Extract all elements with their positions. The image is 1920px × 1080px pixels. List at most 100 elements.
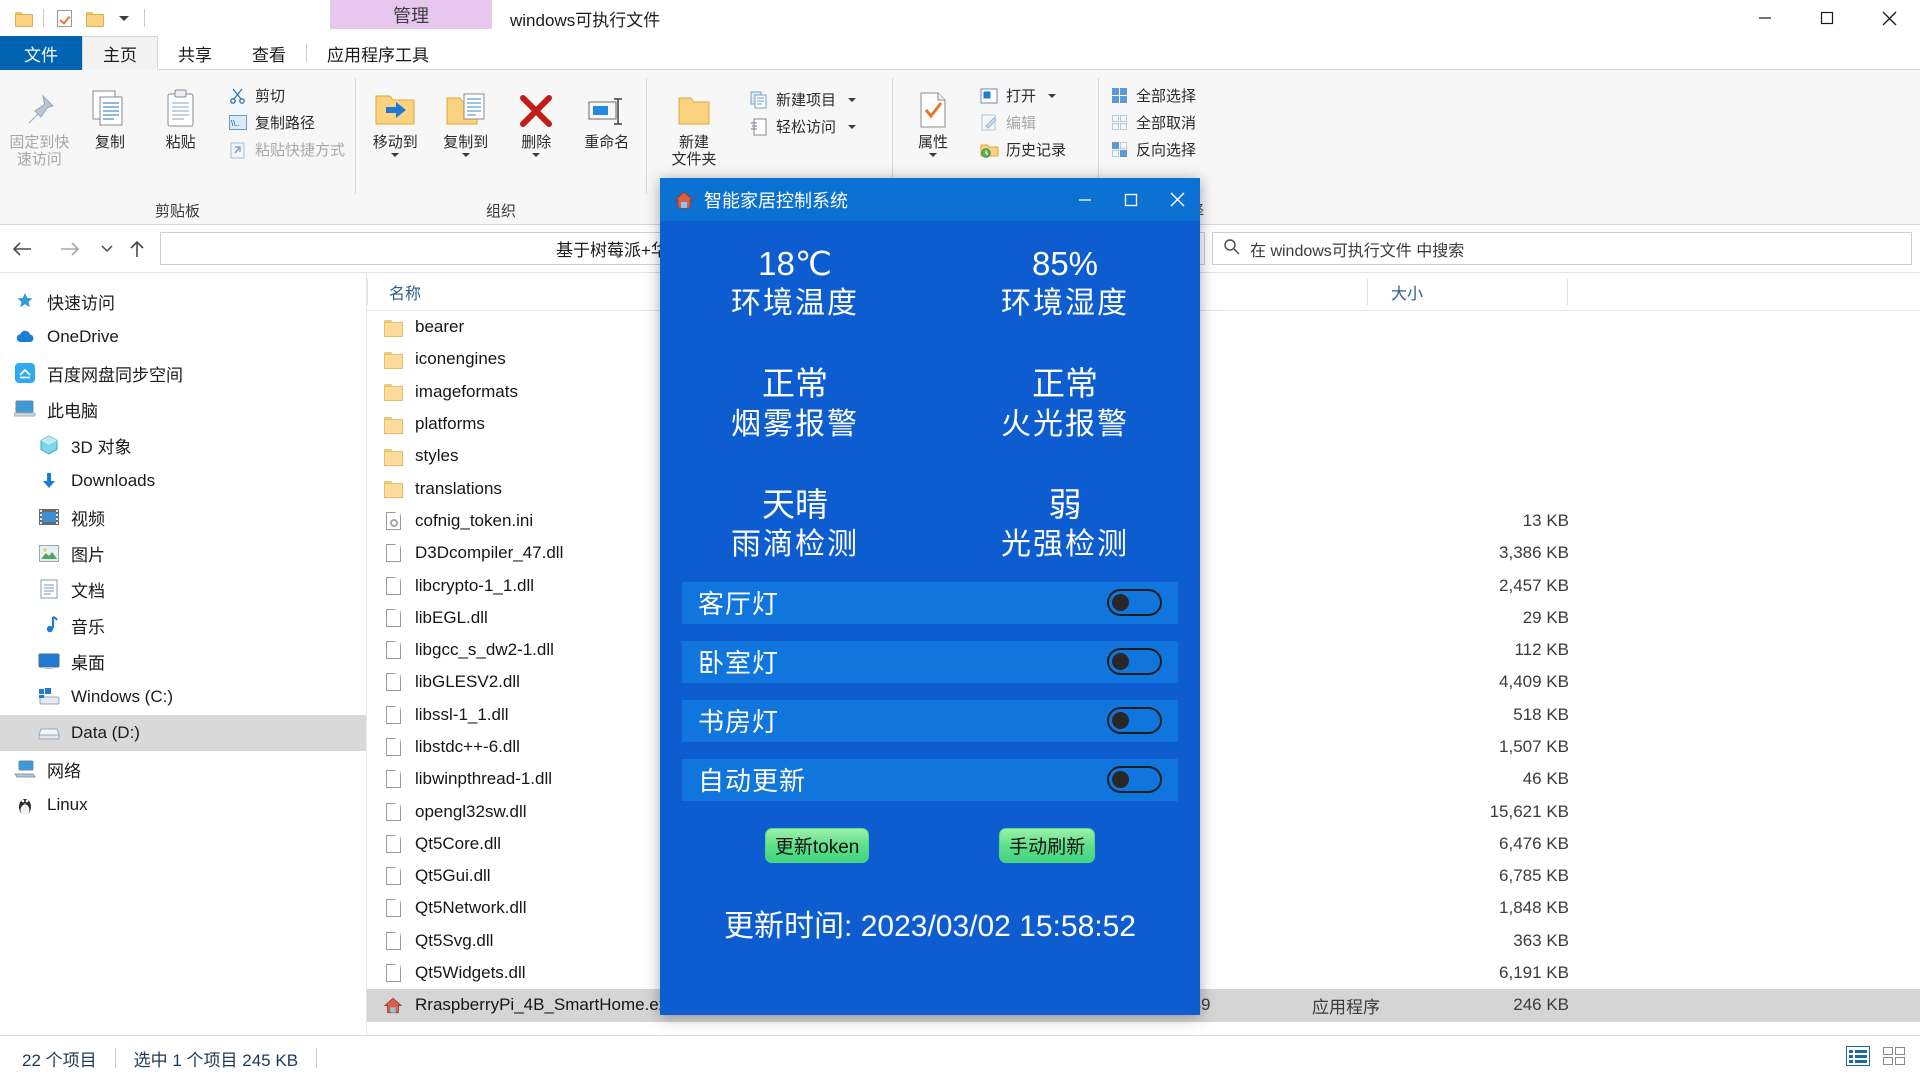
file-name: styles <box>415 446 459 466</box>
tab-home[interactable]: 主页 <box>82 36 158 70</box>
edit-button[interactable]: 编辑 <box>973 109 1072 136</box>
sidebar-item-quick-access[interactable]: 快速访问 <box>0 283 366 319</box>
select-none-button[interactable]: 全部取消 <box>1103 109 1202 136</box>
minimize-button[interactable] <box>1734 0 1796 36</box>
sidebar-item-data-d[interactable]: Data (D:) <box>0 715 366 751</box>
button-label: 粘贴 <box>165 134 196 151</box>
close-button[interactable] <box>1858 0 1920 36</box>
3d-objects-icon <box>38 434 60 456</box>
sidebar-item-documents[interactable]: 文档 <box>0 571 366 607</box>
copy-path-button[interactable]: \\.. 复制路径 <box>222 109 351 136</box>
sidebar-item-downloads[interactable]: Downloads <box>0 463 366 499</box>
sidebar-item-pictures[interactable]: 图片 <box>0 535 366 571</box>
button-label: 属性 <box>917 134 948 151</box>
rename-button[interactable]: 重命名 <box>572 76 643 199</box>
sensor-smoke-alarm: 正常 烟雾报警 <box>660 363 930 443</box>
invert-selection-button[interactable]: 反向选择 <box>1103 136 1202 163</box>
sensor-label: 烟雾报警 <box>731 407 859 441</box>
sidebar-item-label: Linux <box>47 795 88 814</box>
sidebar-item-label: OneDrive <box>47 327 119 346</box>
back-button[interactable] <box>0 232 46 266</box>
sidebar-item-label: 图片 <box>71 545 105 565</box>
file-size: 46 KB <box>1522 769 1569 789</box>
file-size: 1,507 KB <box>1499 737 1569 756</box>
qat-folder-icon[interactable] <box>8 3 38 33</box>
tab-application-tools[interactable]: 应用程序工具 <box>307 36 449 70</box>
cut-button[interactable]: 剪切 <box>222 82 351 109</box>
dialog-close-button[interactable] <box>1154 178 1200 221</box>
chevron-down-icon[interactable] <box>461 153 470 158</box>
sidebar-item-music[interactable]: 音乐 <box>0 607 366 643</box>
paste-button[interactable]: 粘贴 <box>145 76 216 199</box>
living-room-light-toggle[interactable] <box>1107 589 1162 617</box>
recent-locations-button[interactable] <box>92 232 122 266</box>
study-light-toggle[interactable] <box>1107 707 1162 735</box>
file-name: Qt5Widgets.dll <box>415 963 526 983</box>
bedroom-light-toggle[interactable] <box>1107 648 1162 676</box>
forward-button[interactable] <box>46 232 92 266</box>
manual-refresh-button[interactable]: 手动刷新 <box>999 827 1096 863</box>
new-item-button[interactable]: 新建项目 <box>743 86 862 113</box>
sensor-label: 雨滴检测 <box>731 527 859 561</box>
column-header-size[interactable]: 大小 <box>1391 280 1423 304</box>
open-button[interactable]: 打开 <box>973 82 1072 109</box>
large-icons-view-icon[interactable] <box>1882 1046 1906 1071</box>
sidebar-item-videos[interactable]: 视频 <box>0 499 366 535</box>
sidebar-item-baidu-netdisk[interactable]: 百度网盘同步空间 <box>0 355 366 391</box>
smart-home-dialog: 智能家居控制系统 18℃ 环境温度 85% 环境湿度 正常 烟雾报警 正常 火光… <box>660 178 1200 1015</box>
copy-path-icon: \\.. <box>228 113 248 133</box>
dialog-minimize-button[interactable] <box>1062 178 1108 221</box>
delete-button[interactable]: 删除 <box>501 76 572 199</box>
history-button[interactable]: 历史记录 <box>973 136 1072 163</box>
qat-new-folder-icon[interactable] <box>79 3 109 33</box>
chevron-down-icon[interactable] <box>848 97 857 102</box>
dialog-maximize-button[interactable] <box>1108 178 1154 221</box>
qat-customize-chevron-down-icon[interactable] <box>109 3 139 33</box>
pin-to-quick-access-button[interactable]: 固定到快 速访问 <box>4 76 75 199</box>
chevron-down-icon[interactable] <box>532 153 541 158</box>
group-label-clipboard: 剪贴板 <box>154 203 200 220</box>
paste-shortcut-button[interactable]: 粘贴快捷方式 <box>222 136 351 163</box>
move-to-button[interactable]: 移动到 <box>360 76 431 199</box>
svg-text:\\..: \\.. <box>231 119 240 128</box>
dll-file-icon <box>383 963 403 983</box>
tab-file[interactable]: 文件 <box>0 36 82 70</box>
sensor-value: 18℃ <box>758 245 832 282</box>
easy-access-button[interactable]: 轻松访问 <box>743 113 862 140</box>
dialog-titlebar[interactable]: 智能家居控制系统 <box>660 178 1200 221</box>
button-label: 移动到 <box>372 134 418 151</box>
sidebar-item-desktop[interactable]: 桌面 <box>0 643 366 679</box>
button-label: 复制到 <box>443 134 489 151</box>
maximize-button[interactable] <box>1796 0 1858 36</box>
qat-properties-icon[interactable] <box>49 3 79 33</box>
search-input[interactable]: 在 windows可执行文件 中搜索 <box>1212 232 1912 265</box>
update-token-button[interactable]: 更新token <box>764 827 870 863</box>
auto-update-toggle[interactable] <box>1107 766 1162 794</box>
copy-button[interactable]: 复制 <box>75 76 146 199</box>
tab-share[interactable]: 共享 <box>158 36 232 70</box>
edit-icon <box>979 113 999 133</box>
invert-selection-icon <box>1109 140 1129 160</box>
folder-icon <box>383 382 403 402</box>
chevron-down-icon[interactable] <box>929 153 937 158</box>
chevron-down-icon[interactable] <box>391 153 400 158</box>
copy-to-button[interactable]: 复制到 <box>431 76 502 199</box>
sidebar-item-this-pc[interactable]: 此电脑 <box>0 391 366 427</box>
chevron-down-icon[interactable] <box>848 124 857 129</box>
up-button[interactable] <box>122 232 152 266</box>
sidebar-item-linux[interactable]: Linux <box>0 787 366 823</box>
sidebar-item-3d-objects[interactable]: 3D 对象 <box>0 427 366 463</box>
sidebar-item-onedrive[interactable]: OneDrive <box>0 319 366 355</box>
divider <box>1567 279 1568 305</box>
select-all-button[interactable]: 全部选择 <box>1103 82 1202 109</box>
details-view-icon[interactable] <box>1846 1045 1870 1071</box>
column-header-name[interactable]: 名称 <box>389 280 421 304</box>
tab-view[interactable]: 查看 <box>232 36 306 70</box>
ribbon-group-clipboard: 固定到快 速访问 复制 粘贴 剪切 \\.. 复制路径 粘贴快捷方式 剪贴板 <box>0 70 355 225</box>
sidebar-item-windows-c[interactable]: Windows (C:) <box>0 679 366 715</box>
select-all-icon <box>1109 86 1129 106</box>
contextual-tab-manage[interactable]: 管理 <box>330 0 492 29</box>
chevron-down-icon[interactable] <box>1048 93 1057 98</box>
sidebar-item-network[interactable]: 网络 <box>0 751 366 787</box>
button-label: 全部取消 <box>1136 115 1197 132</box>
